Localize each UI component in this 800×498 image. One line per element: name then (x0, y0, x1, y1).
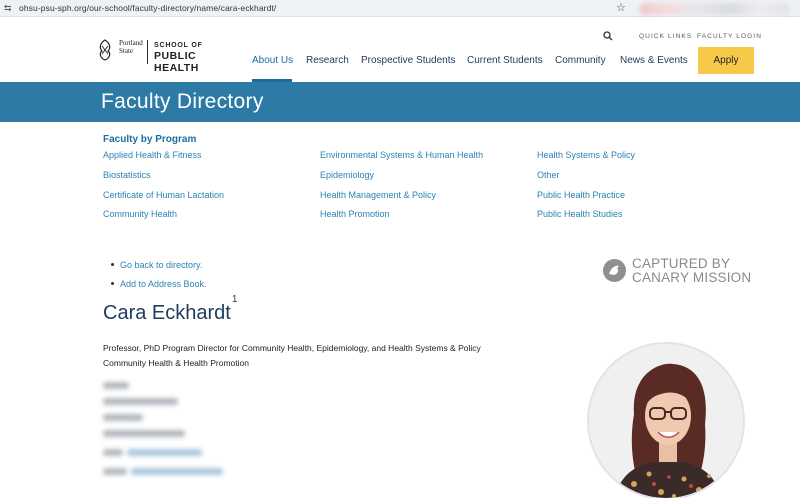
program-link-environmental-systems[interactable]: Environmental Systems & Human Health (320, 150, 483, 160)
address-url[interactable]: ohsu-psu-sph.org/our-school/faculty-dire… (19, 3, 276, 13)
program-link-applied-health[interactable]: Applied Health & Fitness (103, 150, 202, 160)
person-departments: Community Health & Health Promotion (103, 358, 249, 368)
site-header: Portland State SCHOOL OF PUBLIC HEALTH Q… (0, 17, 800, 82)
blurred-link (131, 468, 223, 475)
bullet-icon (111, 263, 114, 266)
nav-current-students[interactable]: Current Students (467, 55, 543, 66)
program-link-community-health[interactable]: Community Health (103, 209, 177, 219)
browser-address-bar: ⇆ ohsu-psu-sph.org/our-school/faculty-di… (0, 0, 800, 17)
blurred-line (103, 414, 143, 421)
watermark-line1: CAPTURED BY (632, 256, 731, 271)
page-banner: Faculty Directory (0, 82, 800, 122)
apply-button[interactable]: Apply (698, 47, 754, 74)
logo-public-health: PUBLIC HEALTH (154, 50, 199, 74)
program-link-health-systems[interactable]: Health Systems & Policy (537, 150, 635, 160)
blurred-line (103, 468, 127, 475)
site-settings-icon[interactable]: ⇆ (4, 3, 12, 14)
blurred-line (103, 382, 129, 389)
blurred-link (127, 449, 202, 456)
program-link-public-health-practice[interactable]: Public Health Practice (537, 190, 625, 200)
program-link-epidemiology[interactable]: Epidemiology (320, 170, 374, 180)
program-link-other[interactable]: Other (537, 170, 560, 180)
add-to-address-book-link[interactable]: Add to Address Book. (120, 279, 207, 289)
name-footnote: 1 (231, 294, 238, 306)
blurred-extensions (640, 3, 790, 15)
bullet-icon (111, 282, 114, 285)
program-link-public-health-studies[interactable]: Public Health Studies (537, 209, 623, 219)
partner-logo-text: Portland State (119, 39, 143, 55)
blurred-line (103, 398, 178, 405)
logo-divider (147, 40, 148, 64)
blurred-contact-info (103, 378, 233, 488)
nav-about-us[interactable]: About Us (252, 55, 293, 66)
star-icon[interactable]: ☆ (616, 1, 626, 14)
program-link-biostatistics[interactable]: Biostatistics (103, 170, 151, 180)
program-link-health-management[interactable]: Health Management & Policy (320, 190, 436, 200)
page-title: Faculty Directory (101, 90, 264, 113)
nav-news-events[interactable]: News & Events (620, 55, 688, 66)
search-icon[interactable] (603, 31, 613, 41)
nav-community[interactable]: Community (555, 55, 606, 66)
nav-prospective-students[interactable]: Prospective Students (361, 55, 456, 66)
program-link-human-lactation[interactable]: Certificate of Human Lactation (103, 190, 224, 200)
site-logo[interactable]: Portland State SCHOOL OF PUBLIC HEALTH (97, 38, 242, 74)
blurred-line (103, 449, 123, 456)
program-link-health-promotion[interactable]: Health Promotion (320, 209, 390, 219)
person-title: Professor, PhD Program Director for Comm… (103, 343, 481, 353)
logo-school-of: SCHOOL OF (154, 42, 203, 49)
nav-research[interactable]: Research (306, 55, 349, 66)
watermark-line2: CANARY MISSION (632, 270, 752, 285)
faculty-login-link[interactable]: FACULTY LOGIN (697, 33, 762, 40)
person-name-text: Cara Eckhardt (103, 302, 231, 324)
watermark-logo-icon (603, 259, 626, 282)
programs-heading: Faculty by Program (103, 134, 197, 145)
quick-links-link[interactable]: QUICK LINKS (639, 33, 692, 40)
back-to-directory-link[interactable]: Go back to directory. (120, 260, 202, 270)
person-name: Cara Eckhardt1 (103, 294, 237, 325)
profile-photo (587, 342, 745, 498)
capture-watermark: CAPTURED BY CANARY MISSION (603, 256, 758, 286)
blurred-line (103, 430, 185, 437)
ohsu-seal-icon (99, 39, 111, 61)
